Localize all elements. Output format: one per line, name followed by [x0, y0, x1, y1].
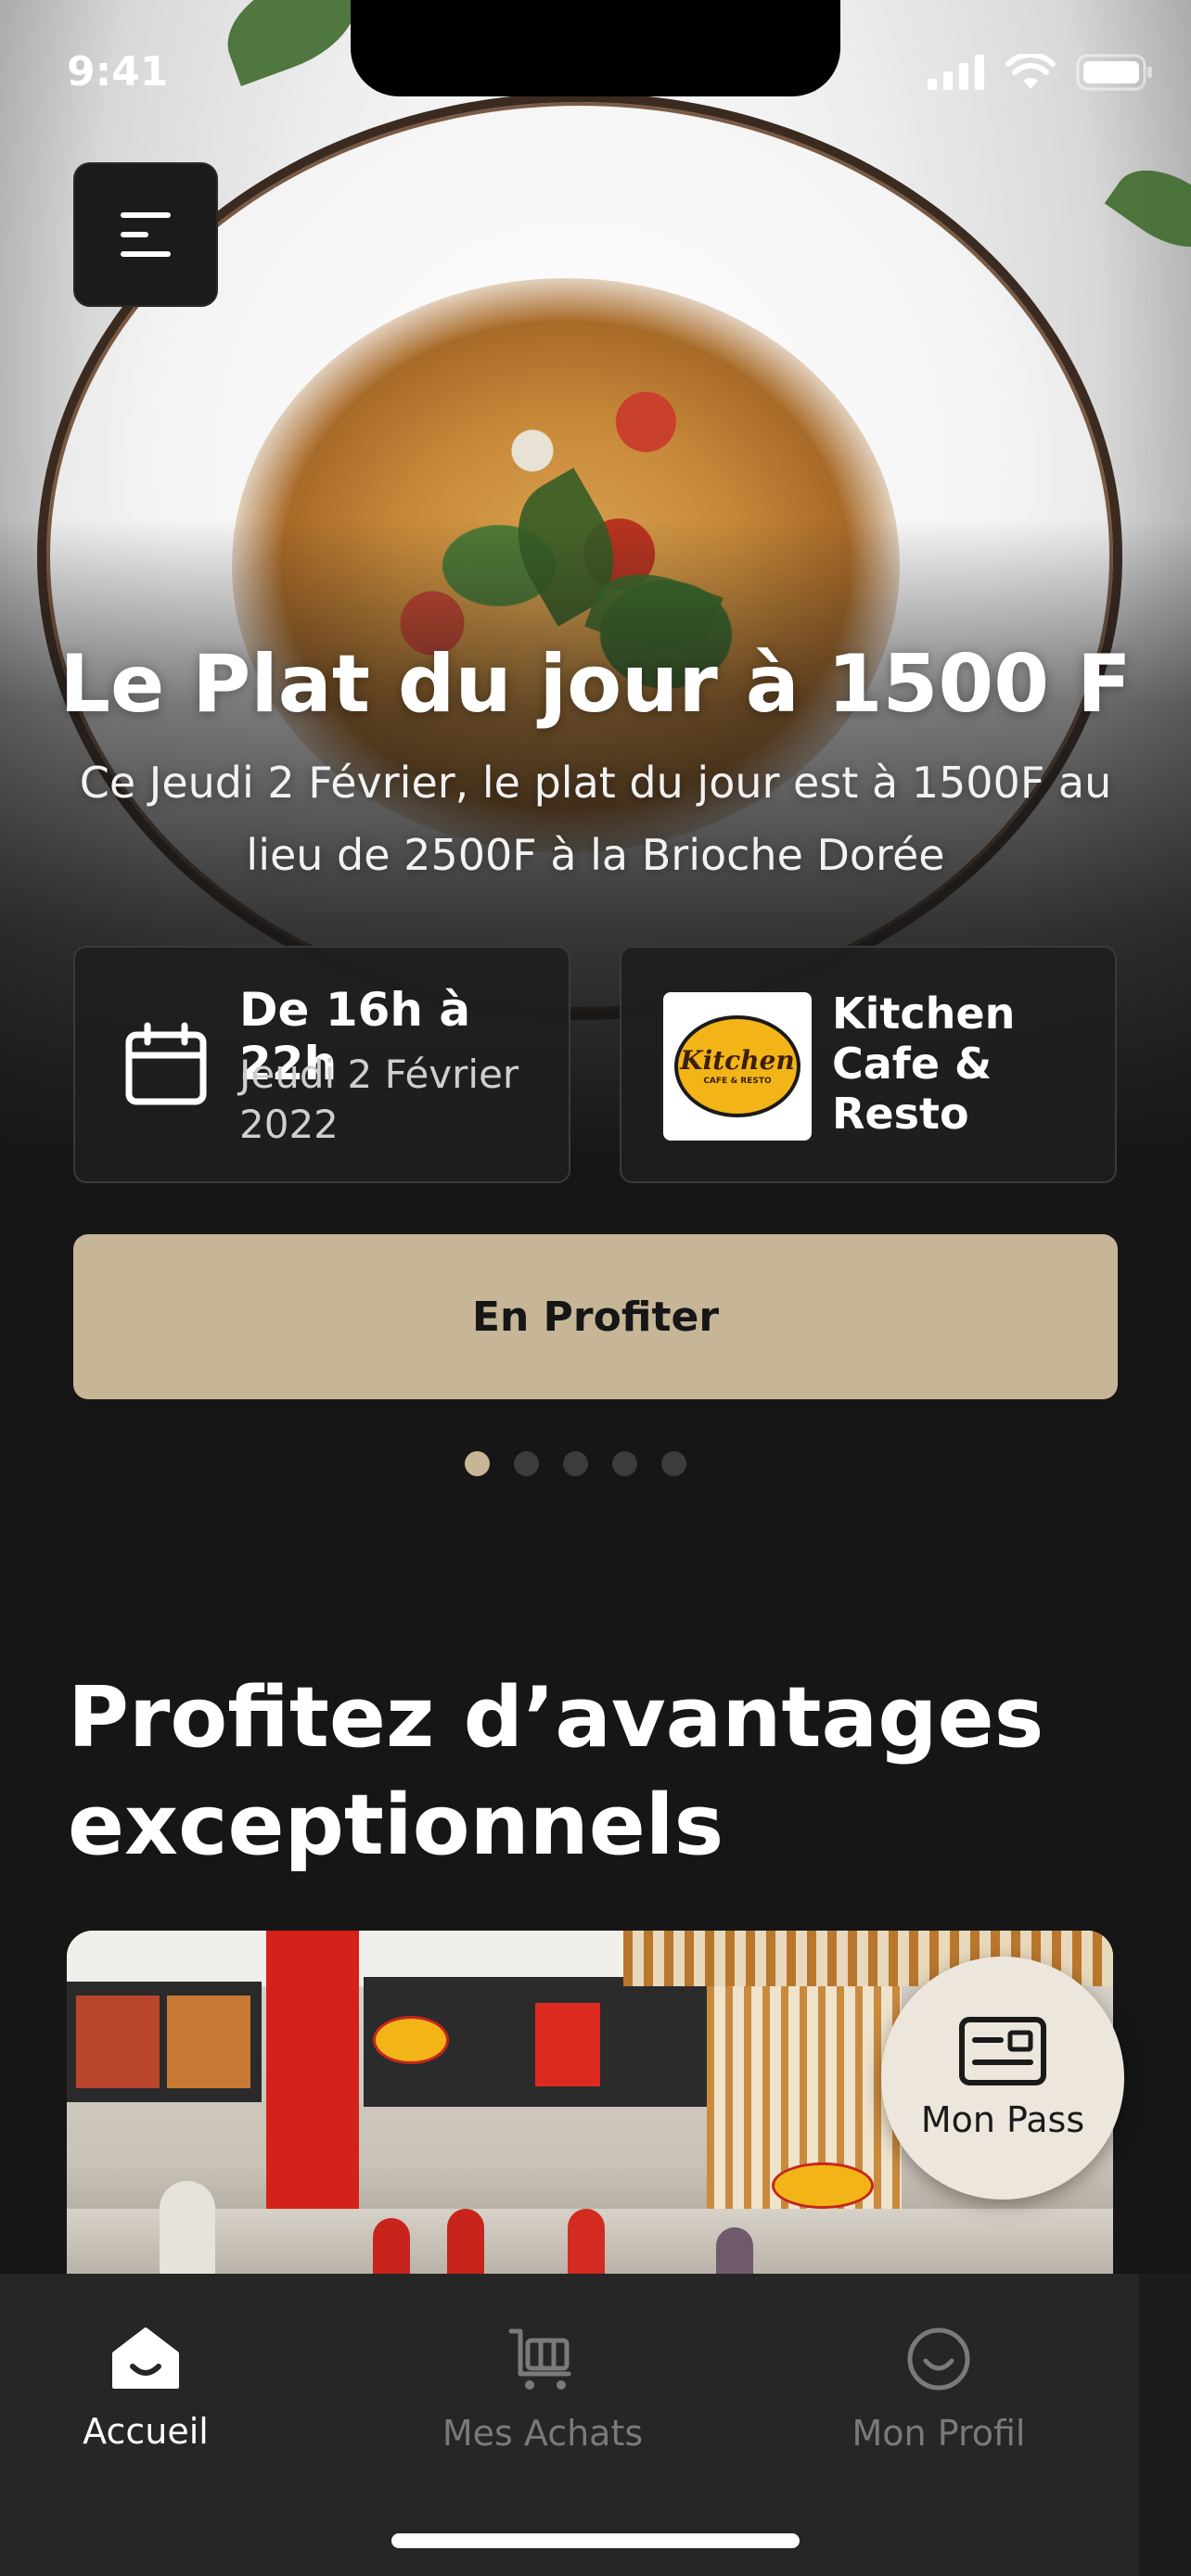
menu-board-panel — [167, 1996, 250, 2088]
section-title: Profitez d’avantages exceptionnels — [68, 1669, 1044, 1874]
battery-icon — [1076, 54, 1152, 91]
date-card: De 16h à 22h Jeudi 2 Février 2022 — [73, 946, 570, 1183]
offer-title: Le Plat du jour à 1500 F — [59, 638, 1132, 731]
tab-mes-achats[interactable]: Mes Achats — [422, 2326, 663, 2454]
home-icon — [112, 2327, 179, 2389]
hamburger-menu-icon — [121, 212, 171, 257]
menu-board-panel — [76, 1996, 160, 2088]
carousel-dot[interactable] — [514, 1451, 539, 1476]
event-date: Jeudi 2 Février 2022 — [239, 1052, 519, 1147]
device-notch — [351, 0, 840, 96]
en-profiter-button[interactable]: En Profiter — [73, 1234, 1118, 1399]
calendar-icon — [125, 1022, 207, 1105]
restaurant-logo: Kitchen CAFE & RESTO — [663, 992, 812, 1141]
screen-edge — [1139, 2274, 1191, 2576]
kitchen-logo-badge: Kitchen CAFE & RESTO — [674, 1015, 800, 1117]
logo-subtext: CAFE & RESTO — [703, 1077, 772, 1086]
tab-mon-profil[interactable]: Mon Profil — [818, 2326, 1059, 2454]
wifi-icon — [1005, 54, 1056, 89]
mon-pass-button[interactable]: Mon Pass — [881, 1957, 1124, 2200]
tab-label: Accueil — [83, 2411, 209, 2452]
logo-wordmark: Kitchen — [680, 1045, 795, 1076]
tab-accueil[interactable]: Accueil — [25, 2326, 266, 2452]
carousel-dot[interactable] — [612, 1451, 637, 1476]
status-icons — [928, 54, 1154, 91]
carousel-dot[interactable] — [661, 1451, 686, 1476]
restaurant-card[interactable]: Kitchen CAFE & RESTO Kitchen Cafe & Rest… — [620, 946, 1117, 1183]
restaurant-name: Kitchen Cafe & Resto — [832, 988, 1016, 1139]
status-time: 9:41 — [67, 48, 169, 96]
menu-button[interactable] — [73, 162, 218, 307]
brand-logo-sign — [772, 2162, 874, 2209]
home-indicator[interactable] — [391, 2533, 800, 2548]
tab-label: Mon Profil — [852, 2413, 1026, 2454]
carousel-pagination — [465, 1451, 686, 1476]
brand-logo-sign — [373, 2016, 449, 2064]
mon-pass-label: Mon Pass — [920, 2099, 1085, 2140]
offer-description: Ce Jeudi 2 Février, le plat du jour est … — [79, 758, 1112, 880]
cellular-signal-icon — [928, 55, 984, 90]
smile-icon — [907, 2327, 970, 2391]
cart-icon — [508, 2328, 571, 2390]
tab-label: Mes Achats — [442, 2413, 644, 2454]
menu-display-panel — [535, 2003, 600, 2086]
id-card-icon — [959, 2017, 1046, 2085]
bottom-tab-bar: Accueil Mes Achats Mon Profil — [0, 2274, 1139, 2576]
carousel-dot[interactable] — [465, 1451, 490, 1476]
carousel-dot[interactable] — [563, 1451, 588, 1476]
